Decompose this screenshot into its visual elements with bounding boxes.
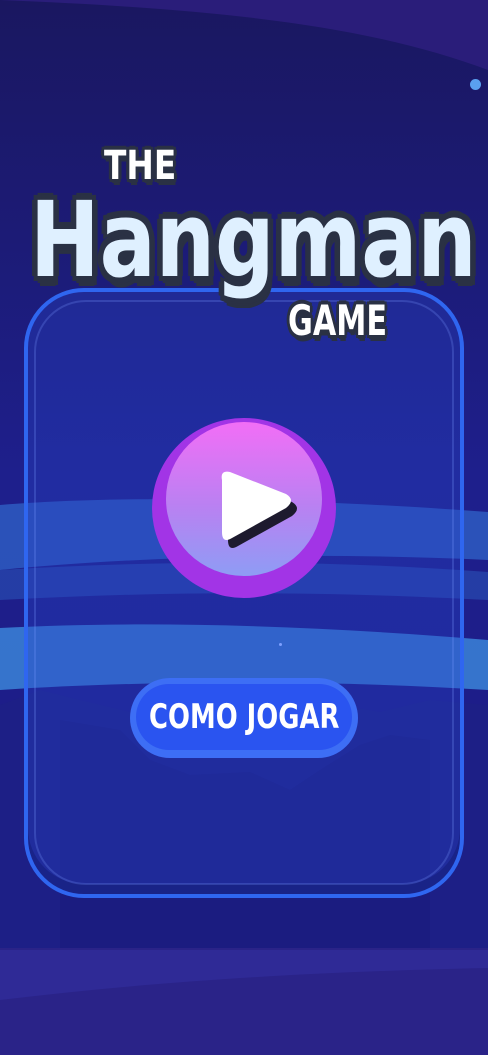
game-scene: THE Hangman GAME COMO JOGAR [0, 0, 488, 1055]
game-title: THE Hangman GAME [0, 0, 488, 360]
sparkle-dot [279, 643, 282, 646]
title-hangman: Hangman [30, 179, 477, 301]
how-to-play-button[interactable]: COMO JOGAR [130, 678, 358, 758]
how-to-play-face: COMO JOGAR [136, 684, 352, 750]
play-button[interactable] [152, 418, 336, 598]
play-icon [221, 471, 297, 548]
title-game: GAME [288, 296, 387, 345]
play-button-face [166, 422, 322, 576]
how-to-play-label: COMO JOGAR [148, 697, 340, 737]
